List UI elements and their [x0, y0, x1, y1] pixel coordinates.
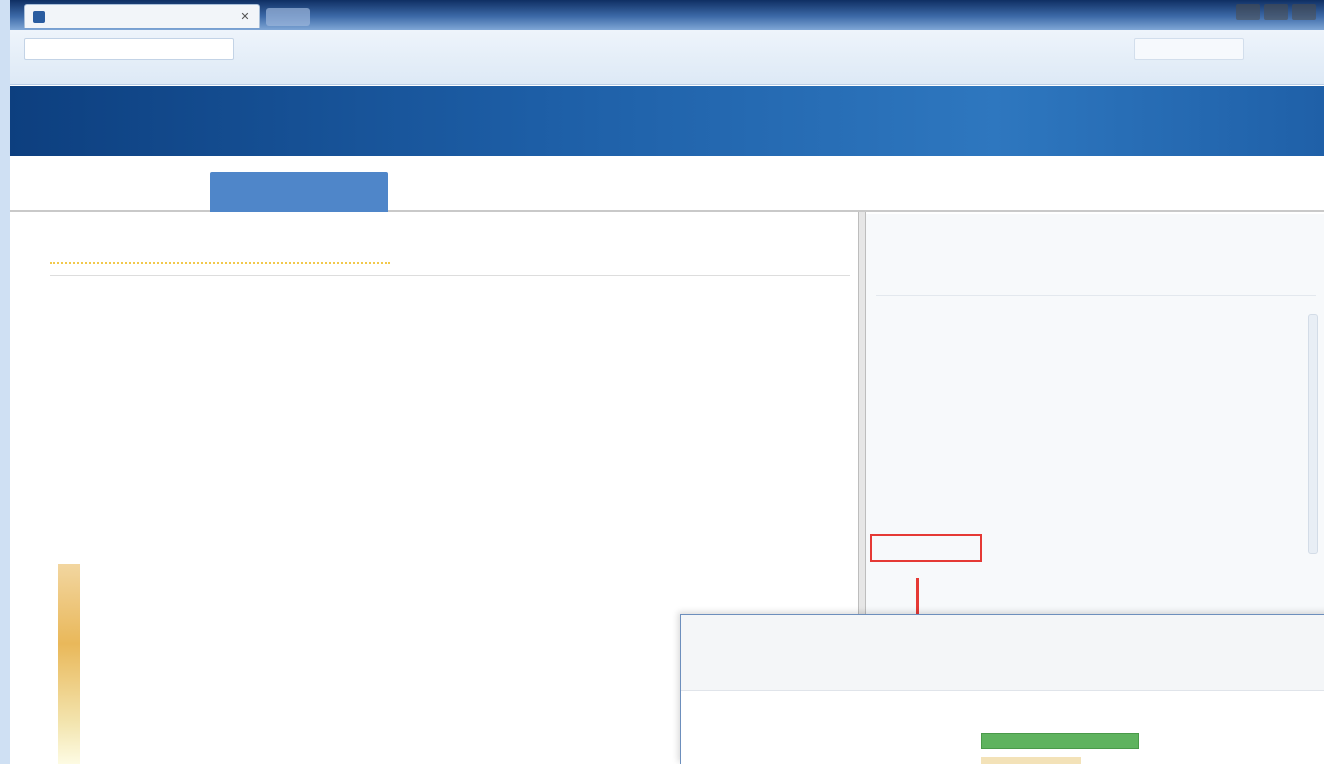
minimize-button[interactable] — [1236, 4, 1260, 20]
maximize-button[interactable] — [1264, 4, 1288, 20]
new-tab-button[interactable] — [266, 8, 310, 26]
column-header — [50, 236, 850, 276]
list-item[interactable] — [896, 322, 1296, 346]
toolbar-field[interactable] — [1134, 38, 1244, 60]
entry-line — [410, 652, 690, 672]
side-panel-header — [876, 226, 1316, 296]
toolbar-button-2[interactable] — [1288, 38, 1312, 60]
header-action-1[interactable] — [1092, 114, 1122, 132]
favicon-icon — [33, 10, 45, 23]
entry-line — [90, 672, 390, 692]
entry-line — [90, 374, 390, 394]
entry-line — [90, 354, 390, 374]
sub-navigation — [10, 156, 1324, 212]
status-bar-green — [981, 733, 1139, 749]
entry-line — [410, 490, 690, 510]
tab-2-active[interactable] — [210, 172, 388, 212]
column-header-left — [50, 250, 390, 264]
app-header — [10, 86, 1324, 156]
list-item[interactable] — [896, 346, 1296, 370]
list-item[interactable] — [896, 490, 1296, 514]
browser-toolbar — [1134, 38, 1312, 60]
close-icon[interactable]: ✕ — [239, 10, 251, 23]
entry-line — [410, 510, 690, 530]
status-bar-secondary — [981, 757, 1081, 764]
inset-body — [681, 691, 1324, 764]
entry-line — [410, 672, 690, 692]
annotation-highlight-box — [870, 534, 982, 562]
highlight-band — [58, 564, 80, 764]
tab-1[interactable] — [80, 172, 190, 212]
entry-line — [90, 334, 390, 354]
entry-line — [410, 354, 690, 374]
list-item[interactable] — [896, 418, 1296, 442]
entry-line — [410, 374, 690, 394]
list-item[interactable] — [896, 394, 1296, 418]
header-actions — [1092, 114, 1254, 132]
list-item[interactable] — [896, 442, 1296, 466]
list-item[interactable] — [896, 370, 1296, 394]
screenshot-frame: ✕ — [0, 0, 1324, 764]
zoom-inset — [680, 614, 1324, 764]
entry-line — [90, 490, 390, 510]
inset-toolbar — [681, 615, 1324, 691]
browser-tab[interactable]: ✕ — [24, 4, 260, 28]
inset-tab[interactable] — [689, 639, 849, 667]
toolbar-button-1[interactable] — [1254, 38, 1278, 60]
tab-3[interactable] — [402, 172, 592, 212]
entry-line — [90, 510, 390, 530]
window-controls — [1236, 4, 1316, 20]
entry-line — [410, 530, 690, 550]
header-action-3[interactable] — [1224, 114, 1254, 132]
url-input[interactable] — [24, 38, 234, 60]
header-action-2[interactable] — [1158, 114, 1188, 132]
browser-tab-strip: ✕ — [10, 0, 1324, 30]
side-panel-list — [896, 322, 1296, 538]
address-bar-row — [10, 30, 1324, 85]
window-close-button[interactable] — [1292, 4, 1316, 20]
side-panel-scrollbar[interactable] — [1308, 314, 1318, 554]
entry-line — [410, 334, 690, 354]
entry-line — [90, 652, 390, 672]
list-item[interactable] — [896, 466, 1296, 490]
